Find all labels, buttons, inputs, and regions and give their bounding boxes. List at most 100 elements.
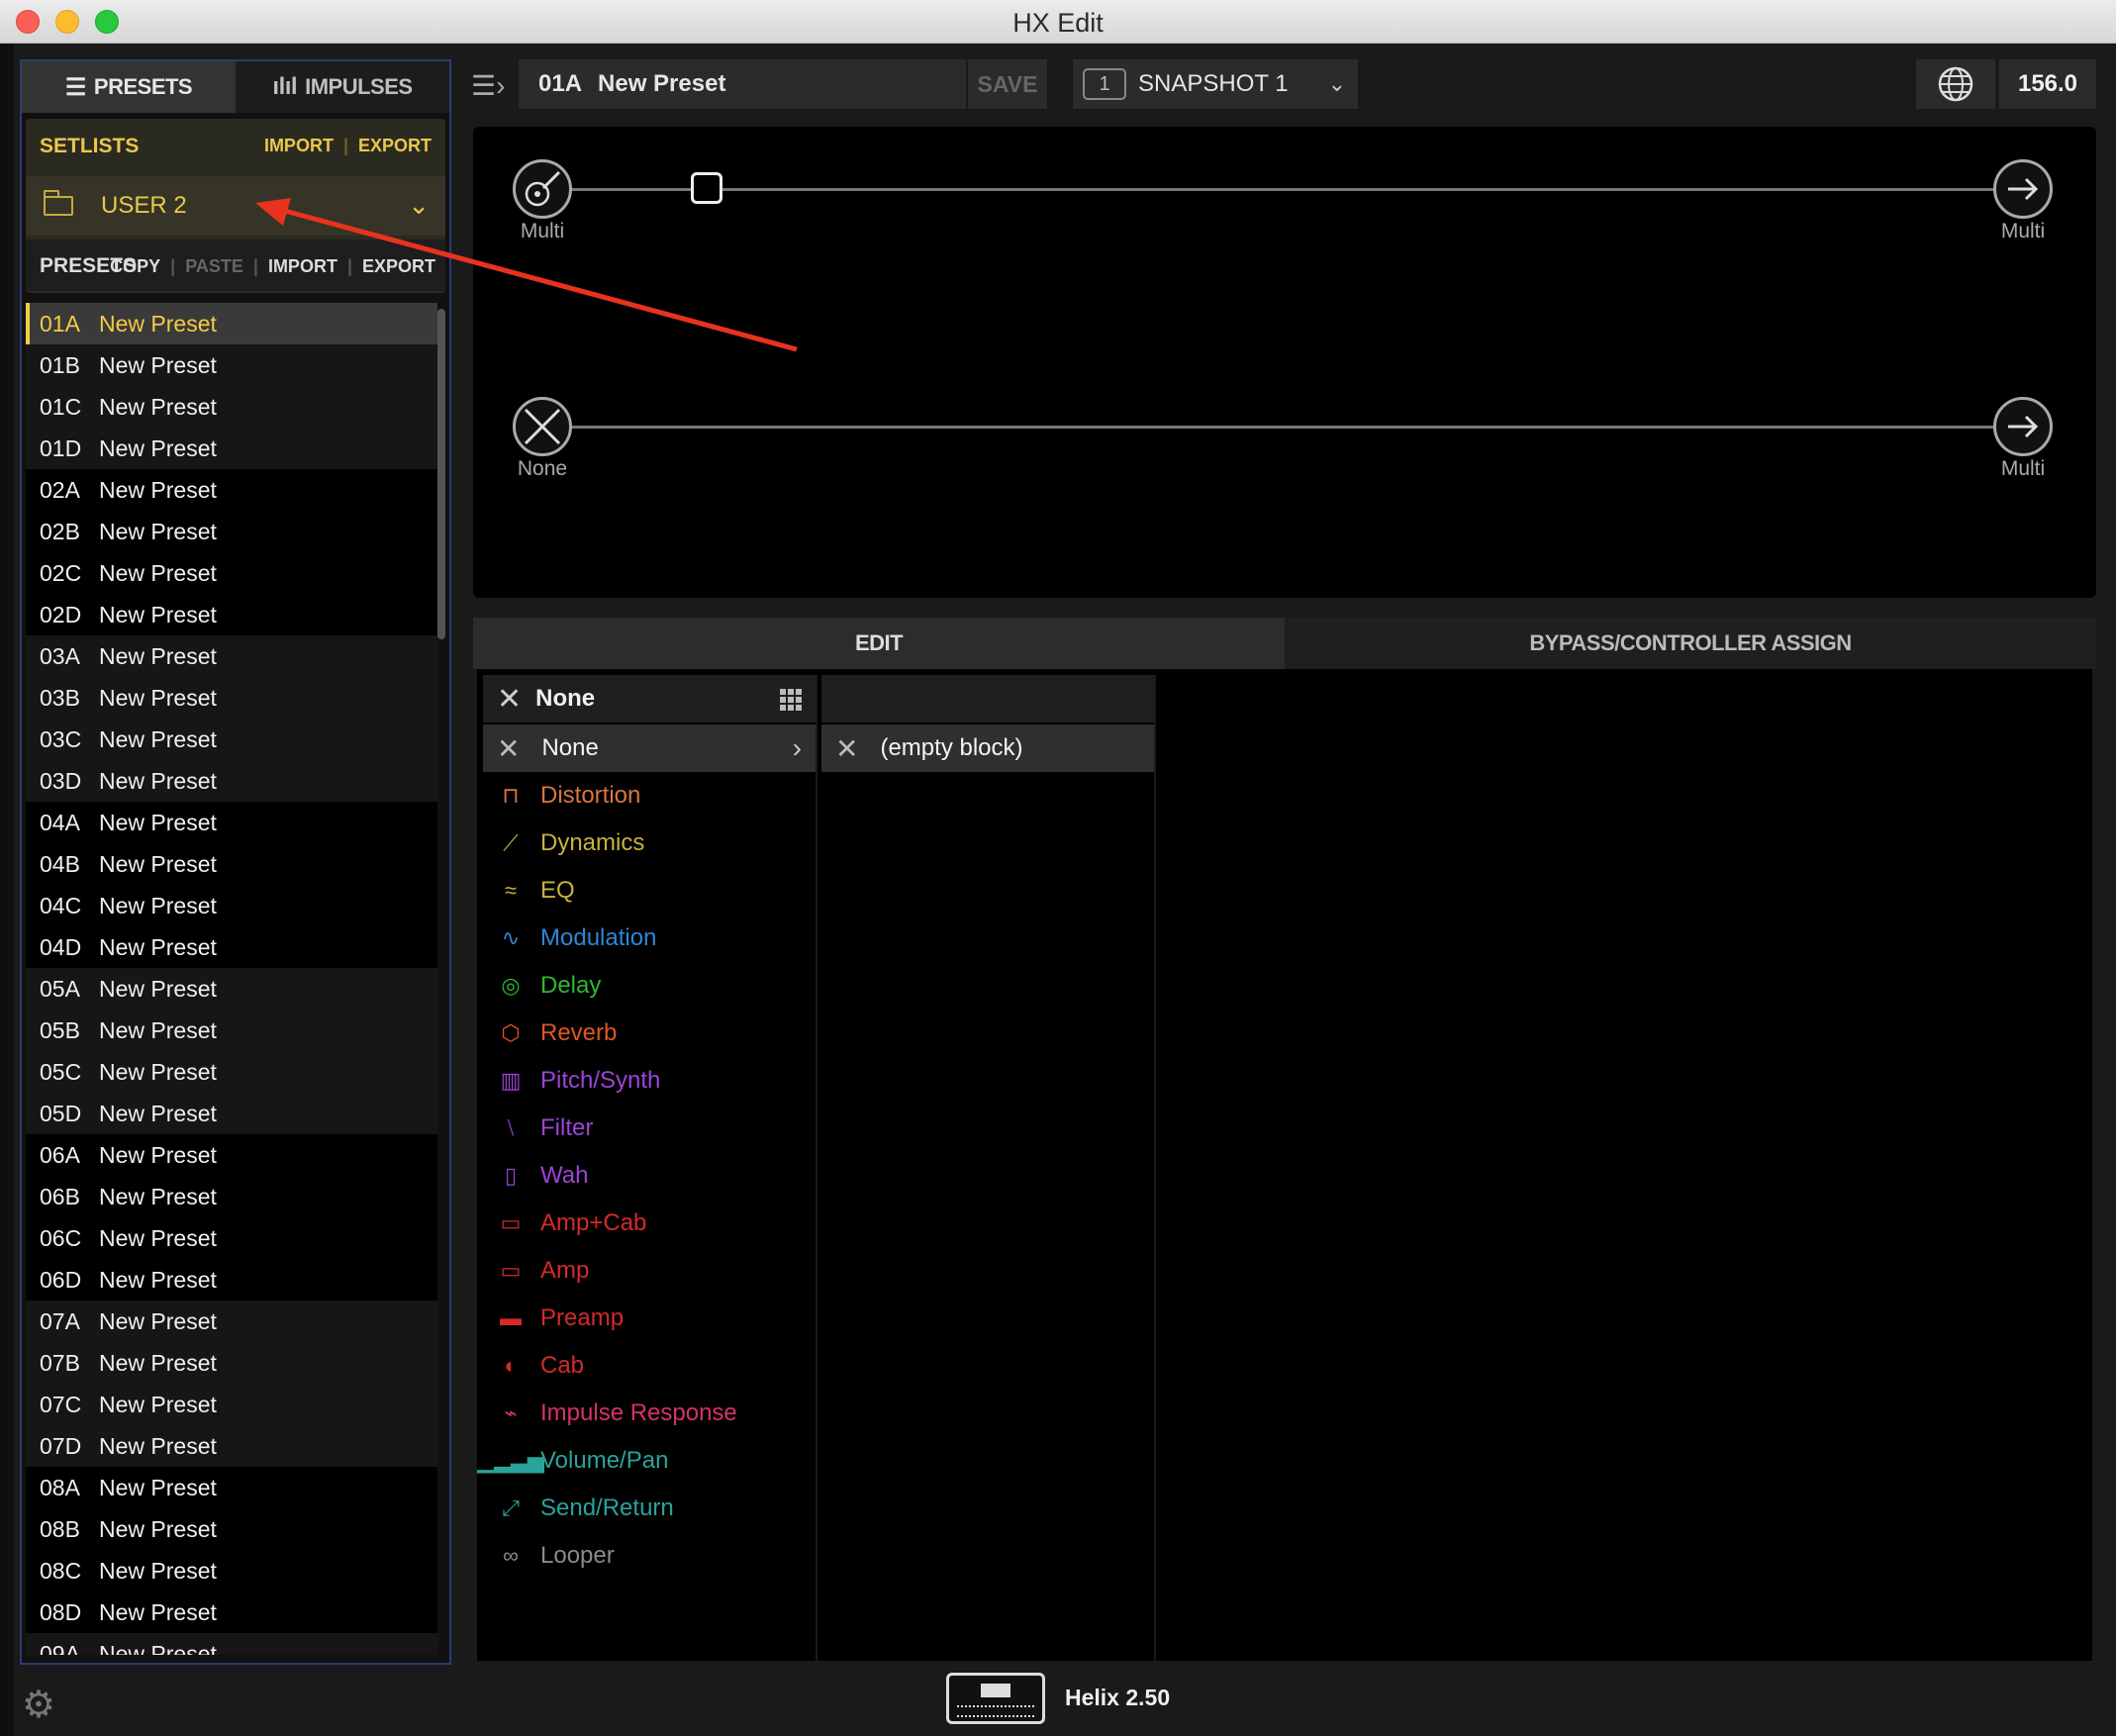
category-label: Cab xyxy=(540,1352,585,1379)
category-item[interactable]: ≈ EQ xyxy=(483,867,816,915)
category-item[interactable]: ⧵ Filter xyxy=(483,1105,816,1152)
category-item[interactable]: ⬡ Reverb xyxy=(483,1010,816,1057)
path-1-input-node[interactable] xyxy=(513,159,572,219)
preset-name-field[interactable]: 01A New Preset xyxy=(519,59,966,109)
divider: | xyxy=(342,136,348,155)
eq-icon: ≈ xyxy=(504,878,518,903)
preset-row[interactable]: 07D New Preset xyxy=(26,1425,439,1467)
left-edge-strip xyxy=(0,44,14,1736)
save-button[interactable]: SAVE xyxy=(968,59,1047,109)
preset-row[interactable]: 08C New Preset xyxy=(26,1550,439,1591)
category-item[interactable]: ⤢ Send/Return xyxy=(483,1485,816,1532)
reverb-icon: ⬡ xyxy=(501,1020,521,1045)
preset-row[interactable]: 05D New Preset xyxy=(26,1093,439,1134)
setlists-export-button[interactable]: EXPORT xyxy=(358,136,432,156)
preset-name: New Preset xyxy=(99,351,217,378)
empty-block-slot[interactable] xyxy=(691,172,722,204)
preset-row[interactable]: 06C New Preset xyxy=(26,1217,439,1259)
presets-export-button[interactable]: EXPORT xyxy=(362,256,435,277)
preset-row[interactable]: 07A New Preset xyxy=(26,1301,439,1342)
category-item[interactable]: ▥ Pitch/Synth xyxy=(483,1057,816,1105)
preset-row[interactable]: 04A New Preset xyxy=(26,802,439,843)
path-1-output-node[interactable] xyxy=(1993,159,2053,219)
preset-row[interactable]: 02A New Preset xyxy=(26,469,439,511)
category-item[interactable]: ▯ Wah xyxy=(483,1152,816,1200)
global-settings-button[interactable] xyxy=(1916,59,1995,109)
preset-row[interactable]: 07C New Preset xyxy=(26,1384,439,1425)
preset-row[interactable]: 05C New Preset xyxy=(26,1051,439,1093)
preset-row[interactable]: 07B New Preset xyxy=(26,1342,439,1384)
tab-bypass-controller-assign[interactable]: BYPASS/CONTROLLER ASSIGN xyxy=(1285,618,2096,669)
preset-row[interactable]: 06B New Preset xyxy=(26,1176,439,1217)
arrow-right-icon xyxy=(2008,177,2039,201)
preset-row[interactable]: 02D New Preset xyxy=(26,594,439,635)
preset-row[interactable]: 01B New Preset xyxy=(26,344,439,386)
category-item[interactable]: ◐ Cab xyxy=(483,1342,816,1390)
preset-row[interactable]: 01A New Preset xyxy=(26,303,439,344)
setlists-title: SETLISTS xyxy=(40,135,140,157)
preset-row[interactable]: 03A New Preset xyxy=(26,635,439,677)
category-item[interactable]: ∞ Looper xyxy=(483,1532,816,1580)
helix-device-icon xyxy=(946,1673,1045,1724)
preset-row[interactable]: 08A New Preset xyxy=(26,1467,439,1508)
category-item[interactable]: ⟋ Dynamics xyxy=(483,820,816,867)
dynamics-icon: ⟋ xyxy=(503,830,519,855)
preset-row[interactable]: 05B New Preset xyxy=(26,1010,439,1051)
path-2-input-node[interactable] xyxy=(513,397,572,456)
preset-row[interactable]: 01C New Preset xyxy=(26,386,439,428)
preset-row[interactable]: 09A New Preset xyxy=(26,1633,439,1655)
preset-row[interactable]: 03D New Preset xyxy=(26,760,439,802)
preset-list-scrollbar[interactable] xyxy=(437,303,445,1655)
preset-id: 03C xyxy=(40,725,82,752)
category-item[interactable]: ▭ Amp+Cab xyxy=(483,1200,816,1247)
category-none-item[interactable]: ✕ None › xyxy=(483,724,816,772)
tab-presets[interactable]: ☰ PRESETS xyxy=(22,61,236,113)
presets-paste-button[interactable]: PASTE xyxy=(185,256,243,277)
close-icon[interactable]: ✕ xyxy=(497,682,522,717)
category-label: Amp+Cab xyxy=(540,1209,647,1236)
signal-flow-area[interactable]: Multi Multi None Multi xyxy=(473,127,2096,598)
preset-row[interactable]: 03B New Preset xyxy=(26,677,439,719)
preset-row[interactable]: 05A New Preset xyxy=(26,968,439,1010)
category-item[interactable]: ⊓ Distortion xyxy=(483,772,816,820)
category-item[interactable]: ◎ Delay xyxy=(483,962,816,1010)
preset-row[interactable]: 08B New Preset xyxy=(26,1508,439,1550)
setlists-import-button[interactable]: IMPORT xyxy=(264,136,334,156)
tab-impulses[interactable]: ılıl IMPULSES xyxy=(236,61,449,113)
presets-copy-button[interactable]: COPY xyxy=(110,256,160,277)
preset-row[interactable]: 06D New Preset xyxy=(26,1259,439,1301)
sidebar-toggle-icon[interactable]: ☰› xyxy=(471,69,505,102)
preset-id: 07B xyxy=(40,1349,80,1376)
preset-id: 07C xyxy=(40,1391,82,1417)
category-item[interactable]: ▬ Preamp xyxy=(483,1295,816,1342)
setlist-dropdown[interactable]: USER 2 ⌄ xyxy=(26,176,445,236)
preset-row[interactable]: 04B New Preset xyxy=(26,843,439,885)
tab-edit[interactable]: EDIT xyxy=(473,618,1285,669)
category-item[interactable]: ▭ Amp xyxy=(483,1247,816,1295)
scrollbar-thumb[interactable] xyxy=(437,309,445,639)
model-empty-block-item[interactable]: ✕ (empty block) xyxy=(821,724,1154,772)
category-item[interactable]: ∿ Modulation xyxy=(483,915,816,962)
category-item[interactable]: ⌁ Impulse Response xyxy=(483,1390,816,1437)
path-1-line xyxy=(562,188,2007,191)
snapshot-dropdown[interactable]: 1 SNAPSHOT 1 ⌄ xyxy=(1073,59,1358,109)
send-return-icon: ⤢ xyxy=(502,1495,520,1520)
path-2-output-node[interactable] xyxy=(1993,397,2053,456)
model-browser: ✕ None ✕ None › ⊓ Distortion ⟋ Dynamics ≈ EQ ∿… xyxy=(477,669,2092,1661)
preset-row[interactable]: 08D New Preset xyxy=(26,1591,439,1633)
preset-row[interactable]: 06A New Preset xyxy=(26,1134,439,1176)
category-item[interactable]: ▁▂▃▅ Volume/Pan xyxy=(477,1437,816,1485)
tempo-field[interactable]: 156.0 xyxy=(1999,59,2096,109)
preset-row[interactable]: 04C New Preset xyxy=(26,885,439,926)
preset-row[interactable]: 02B New Preset xyxy=(26,511,439,552)
preset-row[interactable]: 03C New Preset xyxy=(26,719,439,760)
presets-import-button[interactable]: IMPORT xyxy=(268,256,337,277)
setlists-actions: IMPORT | EXPORT xyxy=(264,136,432,156)
preset-row[interactable]: 02C New Preset xyxy=(26,552,439,594)
preset-row[interactable]: 04D New Preset xyxy=(26,926,439,968)
preset-name: New Preset xyxy=(99,1183,217,1209)
divider: | xyxy=(346,256,352,276)
settings-gear-icon[interactable]: ⚙ xyxy=(22,1683,55,1727)
preset-row[interactable]: 01D New Preset xyxy=(26,428,439,469)
grid-view-icon[interactable] xyxy=(780,689,802,711)
